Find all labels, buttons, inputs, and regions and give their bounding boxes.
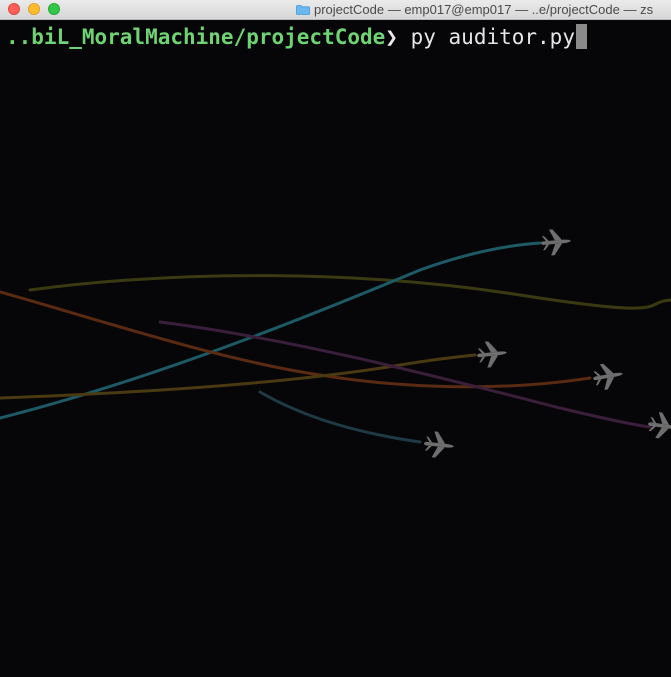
folder-icon [296, 5, 310, 15]
flight-trail [0, 241, 542, 420]
terminal-content[interactable]: ..biL_MoralMachine/projectCode❯ py audit… [0, 20, 671, 677]
terminal-window: projectCode — emp017@emp017 — ..e/projec… [0, 0, 671, 677]
zoom-window-button[interactable] [48, 3, 60, 15]
airplane-icon [539, 227, 573, 257]
flight-trail [0, 353, 477, 400]
airplane-icon [590, 360, 626, 392]
airplane-icon [422, 430, 456, 460]
airplane-icon [475, 339, 509, 369]
title-bar[interactable]: projectCode — emp017@emp017 — ..e/projec… [0, 0, 671, 20]
window-title: projectCode — emp017@emp017 — ..e/projec… [296, 1, 653, 18]
close-window-button[interactable] [8, 3, 20, 15]
flight-trail [258, 390, 422, 444]
flight-trail [0, 290, 592, 389]
command-text[interactable]: py auditor.py [411, 25, 575, 49]
flight-trail [28, 274, 671, 310]
prompt-arrow-icon: ❯ [385, 25, 398, 49]
text-cursor [575, 24, 587, 49]
command-prompt[interactable]: ..biL_MoralMachine/projectCode❯ py audit… [6, 22, 587, 52]
flight-trail [158, 320, 652, 429]
flight-animation [0, 227, 671, 460]
window-title-text: projectCode — emp017@emp017 — ..e/projec… [314, 2, 654, 17]
prompt-path: ..biL_MoralMachine/projectCode [6, 25, 386, 49]
minimize-window-button[interactable] [28, 3, 40, 15]
